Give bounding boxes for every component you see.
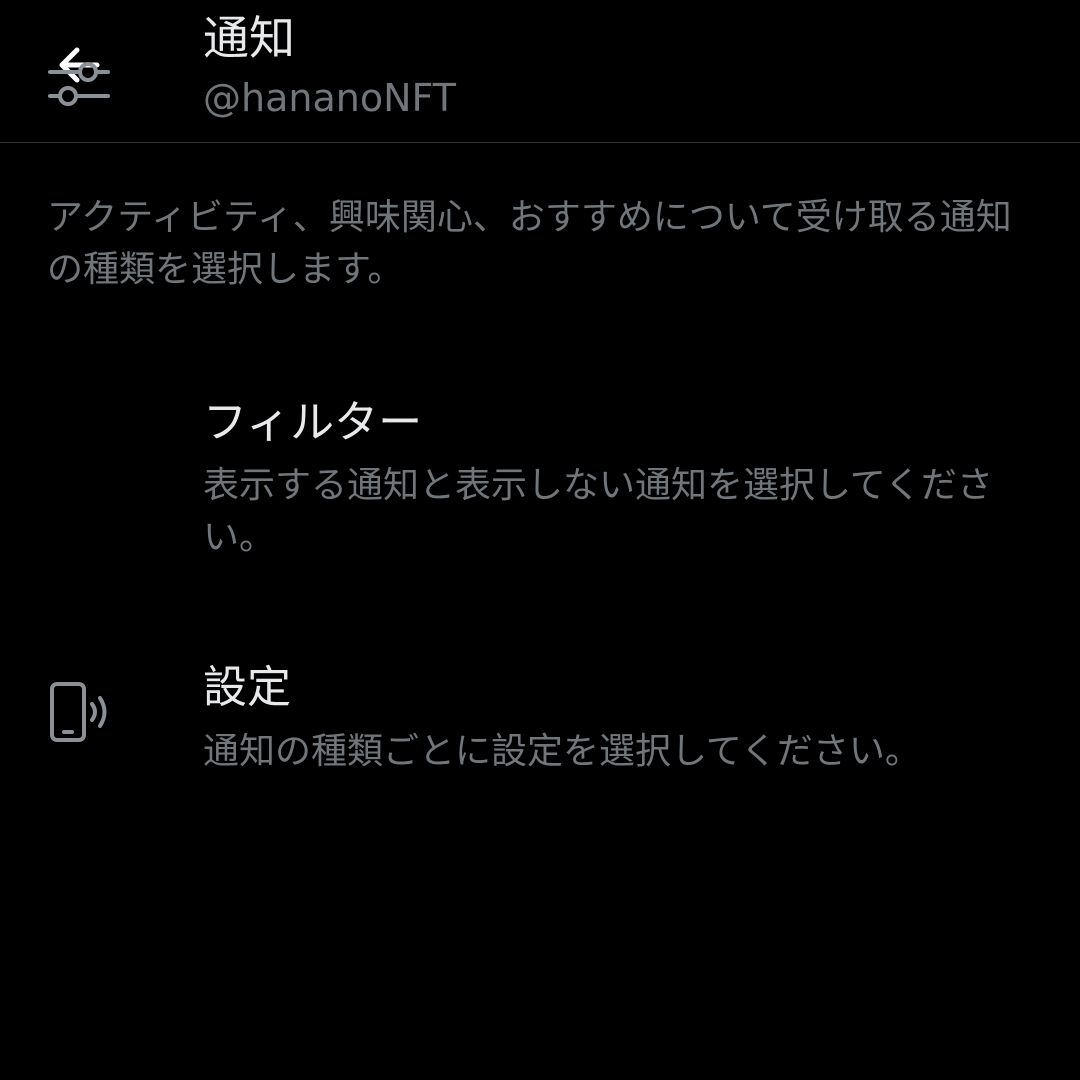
account-handle: @hananoNFT <box>203 76 456 120</box>
app-header: 通知 @hananoNFT <box>0 0 1080 143</box>
filter-row[interactable]: フィルター 表示する通知と表示しない通知を選択してください。 <box>0 62 1080 570</box>
page-description: アクティビティ、興味関心、おすすめについて受け取る通知の種類を選択します。 <box>47 197 1012 290</box>
filter-sliders-icon <box>48 62 110 106</box>
settings-title: 設定 <box>203 662 291 713</box>
page-title: 通知 <box>203 11 295 65</box>
phone-vibrate-icon <box>50 682 107 742</box>
filter-description: 表示する通知と表示しない通知を選択してください。 <box>203 465 993 558</box>
settings-row[interactable]: 設定 通知の種類ごとに設定を選択してください。 <box>0 658 1080 778</box>
filter-title: フィルター <box>203 397 423 448</box>
settings-description: 通知の種類ごとに設定を選択してください。 <box>203 731 921 772</box>
